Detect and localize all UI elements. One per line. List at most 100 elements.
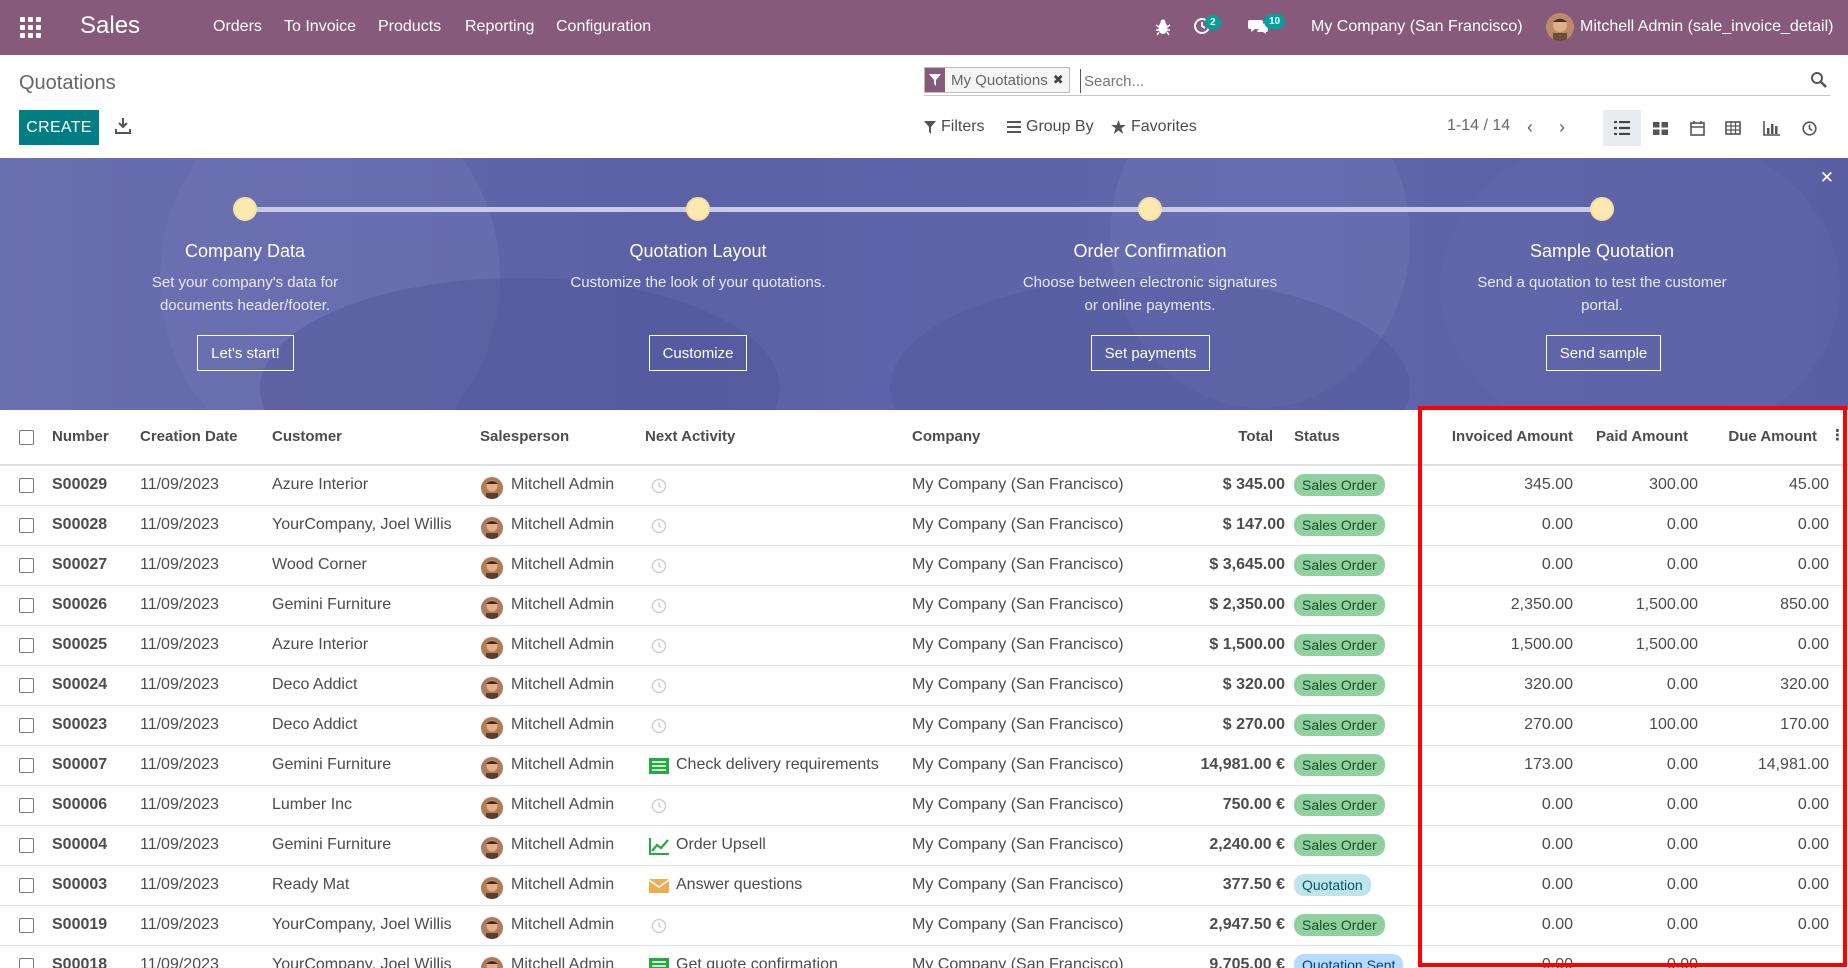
kanban-view-icon[interactable]	[1641, 110, 1679, 146]
list-activity-icon[interactable]	[649, 957, 669, 968]
row-checkbox[interactable]	[19, 598, 34, 613]
clock-icon[interactable]	[651, 798, 667, 814]
row-checkbox[interactable]	[19, 838, 34, 853]
column-due-amount[interactable]: Due Amount	[1700, 428, 1817, 445]
menu-to-invoice[interactable]: To Invoice	[284, 18, 356, 36]
column-salesperson[interactable]: Salesperson	[480, 428, 569, 445]
page-title[interactable]: Quotations	[19, 72, 116, 95]
row-checkbox[interactable]	[19, 558, 34, 573]
upsell-chart-icon[interactable]	[649, 837, 669, 855]
favorites-label: Favorites	[1131, 118, 1197, 135]
column-paid-amount[interactable]: Paid Amount	[1580, 428, 1688, 445]
column-next-activity[interactable]: Next Activity	[645, 428, 735, 445]
row-checkbox[interactable]	[19, 878, 34, 893]
row-checkbox[interactable]	[19, 798, 34, 813]
select-all-checkbox[interactable]	[19, 430, 34, 445]
order-number: S00003	[52, 876, 108, 893]
table-row[interactable]: S00027 11/09/2023 Wood Corner Mitchell Admi…	[0, 546, 1848, 586]
pager-next-icon[interactable]: ›	[1559, 117, 1565, 138]
table-row[interactable]: S00029 11/09/2023 Azure Interior Mitchell A…	[0, 466, 1848, 506]
send-sample-button[interactable]: Send sample	[1546, 335, 1661, 371]
clock-icon[interactable]	[651, 558, 667, 574]
salesperson-avatar	[481, 917, 503, 939]
table-row[interactable]: S00025 11/09/2023 Azure Interior Mitchell A…	[0, 626, 1848, 666]
table-row[interactable]: S00003 11/09/2023 Ready Mat Mitchell Admin A…	[0, 866, 1848, 906]
filters-button[interactable]: Filters	[924, 118, 985, 136]
create-button[interactable]: CREATE	[19, 110, 99, 145]
menu-orders[interactable]: Orders	[213, 18, 262, 36]
optional-columns-icon[interactable]: ⋮	[1830, 426, 1845, 444]
list-view-icon[interactable]	[1603, 110, 1641, 146]
pager-value[interactable]: 1-14 / 14	[1447, 117, 1510, 135]
total-amount: $ 270.00	[1222, 716, 1285, 733]
calendar-view-icon[interactable]	[1678, 110, 1716, 146]
row-checkbox[interactable]	[19, 638, 34, 653]
filter-icon	[925, 68, 945, 92]
row-checkbox[interactable]	[19, 678, 34, 693]
clock-icon[interactable]	[651, 478, 667, 494]
table-row[interactable]: S00019 11/09/2023 YourCompany, Joel Willis…	[0, 906, 1848, 946]
table-row[interactable]: S00028 11/09/2023 YourCompany, Joel Willis…	[0, 506, 1848, 546]
clock-icon[interactable]	[651, 918, 667, 934]
remove-facet-icon[interactable]: ✖	[1053, 72, 1069, 88]
menu-products[interactable]: Products	[378, 18, 441, 36]
pager-previous-icon[interactable]: ‹	[1527, 117, 1533, 138]
row-checkbox[interactable]	[19, 478, 34, 493]
pivot-view-icon[interactable]	[1714, 110, 1752, 146]
menu-reporting[interactable]: Reporting	[465, 18, 534, 36]
favorites-button[interactable]: Favorites	[1111, 118, 1197, 136]
clock-icon[interactable]	[651, 718, 667, 734]
company-switcher[interactable]: My Company (San Francisco)	[1311, 18, 1523, 36]
clock-icon[interactable]	[651, 518, 667, 534]
row-checkbox[interactable]	[19, 918, 34, 933]
table-row[interactable]: S00004 11/09/2023 Gemini Furniture Mitchell…	[0, 826, 1848, 866]
apps-grid-icon[interactable]	[20, 17, 42, 38]
due-amount: 0.00	[1797, 556, 1829, 573]
table-row[interactable]: S00006 11/09/2023 Lumber Inc Mitchell Admin…	[0, 786, 1848, 826]
invoiced-amount: 320.00	[1524, 676, 1573, 693]
search-facet[interactable]: My Quotations ✖	[924, 67, 1070, 93]
table-row[interactable]: S00026 11/09/2023 Gemini Furniture Mitchell…	[0, 586, 1848, 626]
table-row[interactable]: S00024 11/09/2023 Deco Addict Mitchell Admi…	[0, 666, 1848, 706]
search-icon[interactable]	[1810, 71, 1828, 89]
column-company[interactable]: Company	[912, 428, 980, 445]
next-activity-label: Answer questions	[676, 876, 803, 893]
app-name[interactable]: Sales	[80, 12, 140, 40]
column-creation-date[interactable]: Creation Date	[140, 428, 238, 445]
search-input[interactable]	[1080, 69, 1780, 93]
table-row[interactable]: S00007 11/09/2023 Gemini Furniture Mitchell…	[0, 746, 1848, 786]
row-checkbox[interactable]	[19, 518, 34, 533]
column-status[interactable]: Status	[1294, 428, 1340, 445]
creation-date: 11/09/2023	[140, 876, 219, 893]
groupby-button[interactable]: Group By	[1007, 118, 1094, 136]
clock-icon[interactable]	[651, 638, 667, 654]
row-checkbox[interactable]	[19, 958, 34, 968]
table-row[interactable]: S00018 11/09/2023 YourCompany, Joel Willis…	[0, 946, 1848, 968]
menu-configuration[interactable]: Configuration	[556, 18, 651, 36]
row-checkbox[interactable]	[19, 718, 34, 733]
column-invoiced-amount[interactable]: Invoiced Amount	[1400, 428, 1573, 445]
column-number[interactable]: Number	[52, 428, 109, 445]
download-icon[interactable]	[114, 117, 132, 135]
step-description: Customize the look of your quotations.	[570, 274, 826, 291]
bug-icon[interactable]	[1155, 18, 1171, 36]
activity-view-icon[interactable]	[1790, 110, 1828, 146]
graph-view-icon[interactable]	[1752, 110, 1790, 146]
row-checkbox[interactable]	[19, 758, 34, 773]
close-banner-icon[interactable]: ✕	[1820, 168, 1834, 188]
clock-icon[interactable]	[651, 598, 667, 614]
user-avatar[interactable]	[1546, 13, 1574, 41]
invoiced-amount: 345.00	[1524, 476, 1573, 493]
set-payments-button[interactable]: Set payments	[1091, 335, 1210, 371]
envelope-icon[interactable]	[649, 877, 669, 895]
user-menu[interactable]: Mitchell Admin (sale_invoice_detail)	[1580, 18, 1833, 36]
customize-button[interactable]: Customize	[649, 335, 747, 371]
table-row[interactable]: S00023 11/09/2023 Deco Addict Mitchell Admi…	[0, 706, 1848, 746]
next-activity-label: Get quote confirmation	[676, 956, 838, 968]
list-activity-icon[interactable]	[649, 757, 669, 775]
column-total[interactable]: Total	[1150, 428, 1273, 445]
column-customer[interactable]: Customer	[272, 428, 342, 445]
paid-amount: 100.00	[1649, 716, 1698, 733]
clock-icon[interactable]	[651, 678, 667, 694]
lets-start-button[interactable]: Let's start!	[197, 335, 294, 371]
